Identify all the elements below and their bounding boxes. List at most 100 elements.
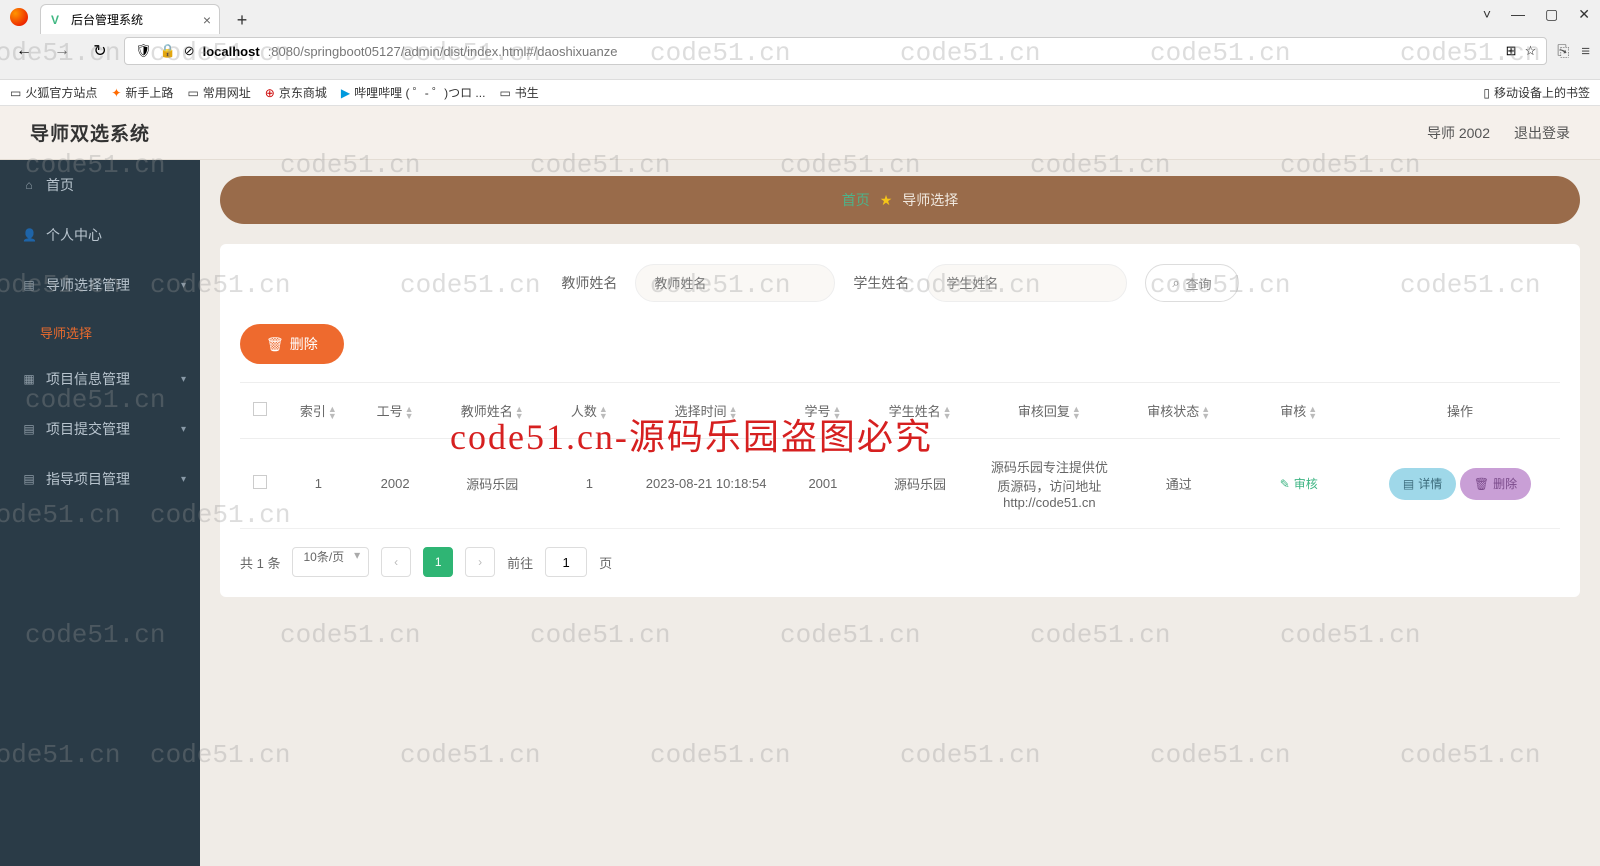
app-root: 导师双选系统 导师 2002 退出登录 ⌂首页 👤个人中心 ▤导师选择管理▾ 导… xyxy=(0,106,1600,866)
maximize-icon[interactable]: ▢ xyxy=(1545,6,1558,23)
window-dropdown-icon[interactable]: ˅ xyxy=(1483,6,1491,23)
cell-student: 源码乐园 xyxy=(861,439,979,529)
menu-icon[interactable]: ≡ xyxy=(1581,43,1590,60)
col-count: 人数▲▼ xyxy=(551,383,628,439)
bookmark-item[interactable]: ⊕京东商城 xyxy=(265,84,327,101)
col-xuehao: 学号▲▼ xyxy=(785,383,862,439)
reload-button[interactable]: ↻ xyxy=(86,37,114,65)
sidebar-item-home[interactable]: ⌂首页 xyxy=(0,160,200,210)
minimize-icon[interactable]: — xyxy=(1511,6,1525,23)
pagination: 共 1 条 10条/页 ‹ 1 › 前往 页 xyxy=(240,547,1560,577)
address-bar: ← → ↻ 🛡 🔒 ⊘ localhost:8080/springboot051… xyxy=(0,34,1600,68)
bookmark-item[interactable]: ▭常用网址 xyxy=(187,84,250,101)
select-all-checkbox[interactable] xyxy=(253,402,267,416)
new-tab-button[interactable]: + xyxy=(228,6,256,34)
cell-xuehao: 2001 xyxy=(785,439,862,529)
col-audit: 审核▲▼ xyxy=(1237,383,1360,439)
mobile-bookmarks[interactable]: ▯移动设备上的书签 xyxy=(1483,84,1590,101)
col-reply: 审核回复▲▼ xyxy=(979,383,1120,439)
delete-button[interactable]: 🗑删除 xyxy=(240,324,344,364)
student-name-input[interactable] xyxy=(927,264,1127,302)
goto-label-pre: 前往 xyxy=(507,553,533,572)
shield-icon: 🛡 xyxy=(135,43,152,59)
cell-reply: 源码乐园专注提供优质源码，访问地址http://code51.cn xyxy=(979,439,1120,529)
cell-index: 1 xyxy=(280,439,357,529)
chevron-down-icon: ▾ xyxy=(181,374,186,385)
back-button[interactable]: ← xyxy=(10,37,38,65)
star-icon: ★ xyxy=(880,192,893,209)
bookmark-item[interactable]: ▭书生 xyxy=(499,84,538,101)
edit-icon: ✎ xyxy=(1280,477,1290,491)
trash-icon: 🗑 xyxy=(266,336,284,353)
close-icon[interactable]: × xyxy=(203,12,211,28)
teacher-name-input[interactable] xyxy=(635,264,835,302)
data-table: 索引▲▼ 工号▲▼ 教师姓名▲▼ 人数▲▼ 选择时间▲▼ 学号▲▼ 学生姓名▲▼… xyxy=(240,382,1560,529)
current-user[interactable]: 导师 2002 xyxy=(1427,123,1490,143)
list-icon: ▤ xyxy=(22,422,36,436)
query-button[interactable]: ⌕查询 xyxy=(1145,264,1238,302)
search-row: 教师姓名 学生姓名 ⌕查询 xyxy=(240,264,1560,302)
row-checkbox[interactable] xyxy=(253,475,267,489)
grid-icon: ▦ xyxy=(22,372,36,386)
main-area: 导师双选系统 导师 2002 退出登录 ⌂首页 👤个人中心 ▤导师选择管理▾ 导… xyxy=(0,106,1600,866)
goto-page-input[interactable] xyxy=(545,547,587,577)
bookmark-bar: ▭火狐官方站点 ✦新手上路 ▭常用网址 ⊕京东商城 ▶哔哩哔哩 ( ゜- ゜)つ… xyxy=(0,80,1600,106)
chevron-down-icon: ▾ xyxy=(181,424,186,435)
qr-icon[interactable]: ⊞ xyxy=(1506,43,1517,59)
content: 首页 ★ 导师选择 教师姓名 学生姓名 ⌕查询 🗑删除 xyxy=(200,160,1600,866)
bookmark-item[interactable]: ✦新手上路 xyxy=(111,84,173,101)
sort-icon: ▲▼ xyxy=(943,406,952,420)
page-number-button[interactable]: 1 xyxy=(423,547,453,577)
next-page-button[interactable]: › xyxy=(465,547,495,577)
detail-button[interactable]: ▤详情 xyxy=(1389,468,1456,500)
doc-icon: ▤ xyxy=(1403,477,1414,491)
sort-icon: ▲▼ xyxy=(328,406,337,420)
col-ops: 操作 xyxy=(1360,383,1560,439)
col-teacher: 教师姓名▲▼ xyxy=(433,383,551,439)
home-icon: ⌂ xyxy=(22,178,36,192)
bookmark-item[interactable]: ▶哔哩哔哩 ( ゜- ゜)つロ ... xyxy=(341,84,486,101)
cell-teacher: 源码乐园 xyxy=(433,439,551,529)
breadcrumb-current: 导师选择 xyxy=(902,190,958,210)
bookmark-item[interactable]: ▭火狐官方站点 xyxy=(10,84,97,101)
breadcrumb-home[interactable]: 首页 xyxy=(842,190,870,210)
table-row: 1 2002 源码乐园 1 2023-08-21 10:18:54 2001 源… xyxy=(240,439,1560,529)
app-brand: 导师双选系统 xyxy=(30,119,150,146)
vue-icon: V xyxy=(51,13,65,27)
row-delete-button[interactable]: 🗑删除 xyxy=(1460,468,1531,500)
bookmark-star-icon[interactable]: ☆ xyxy=(1525,43,1537,59)
page-size-select[interactable]: 10条/页 xyxy=(292,547,369,577)
col-index: 索引▲▼ xyxy=(280,383,357,439)
cell-gonghao: 2002 xyxy=(357,439,434,529)
sort-icon: ▲▼ xyxy=(729,406,738,420)
prev-page-button[interactable]: ‹ xyxy=(381,547,411,577)
trash-icon: 🗑 xyxy=(1474,477,1489,491)
student-name-label: 学生姓名 xyxy=(853,273,909,293)
table-header-row: 索引▲▼ 工号▲▼ 教师姓名▲▼ 人数▲▼ 选择时间▲▼ 学号▲▼ 学生姓名▲▼… xyxy=(240,383,1560,439)
close-window-icon[interactable]: ✕ xyxy=(1578,6,1590,23)
sidebar-item-tutor-select[interactable]: 导师选择 xyxy=(0,310,200,354)
browser-tab[interactable]: V 后台管理系统 × xyxy=(40,4,220,34)
url-path: :8080/springboot05127/admin/dist/index.h… xyxy=(268,44,618,59)
lock-icon: 🔒 xyxy=(160,43,176,59)
goto-label-suf: 页 xyxy=(599,553,612,572)
audit-button[interactable]: ✎审核 xyxy=(1266,468,1332,500)
user-icon: 👤 xyxy=(22,228,36,242)
tab-bar: V 后台管理系统 × + ˅ — ▢ ✕ xyxy=(0,0,1600,34)
teacher-name-label: 教师姓名 xyxy=(561,273,617,293)
extensions-icon[interactable]: ⎘ xyxy=(1557,43,1569,60)
forward-button[interactable]: → xyxy=(48,37,76,65)
cell-count: 1 xyxy=(551,439,628,529)
sidebar-item-profile[interactable]: 👤个人中心 xyxy=(0,210,200,260)
firefox-icon xyxy=(10,8,28,26)
logout-button[interactable]: 退出登录 xyxy=(1514,123,1570,143)
sort-icon: ▲▼ xyxy=(515,406,524,420)
sidebar-item-project-submit[interactable]: ▤项目提交管理▾ xyxy=(0,404,200,454)
sidebar-item-project-info[interactable]: ▦项目信息管理▾ xyxy=(0,354,200,404)
sidebar-item-tutor-select-mgmt[interactable]: ▤导师选择管理▾ xyxy=(0,260,200,310)
col-student: 学生姓名▲▼ xyxy=(861,383,979,439)
sort-icon: ▲▼ xyxy=(832,406,841,420)
window-controls: ˅ — ▢ ✕ xyxy=(1483,6,1590,23)
url-input[interactable]: 🛡 🔒 ⊘ localhost:8080/springboot05127/adm… xyxy=(124,37,1547,65)
sidebar-item-guide-project[interactable]: ▤指导项目管理▾ xyxy=(0,454,200,504)
